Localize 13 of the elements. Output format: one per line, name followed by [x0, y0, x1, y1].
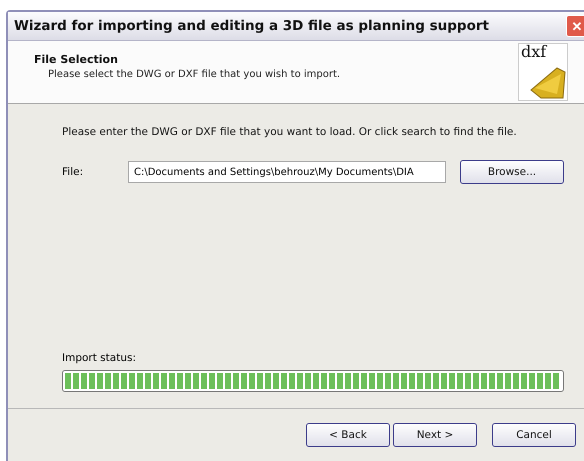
step-subtitle: Please select the DWG or DXF file that you wish to import.: [48, 69, 340, 80]
close-button[interactable]: ✕: [566, 15, 584, 37]
window-title: Wizard for importing and editing a 3D file as planning support: [14, 18, 489, 34]
import-status-label: Import status:: [62, 352, 137, 364]
dxf-logo: dxf: [518, 43, 568, 101]
step-title: File Selection: [34, 53, 119, 66]
next-button[interactable]: Next >: [393, 423, 477, 447]
instruction-text: Please enter the DWG or DXF file that you want to load. Or click search to find the file.: [62, 126, 518, 138]
file-path-field[interactable]: C:\Documents and Settings\behrouz\My Documents\DIA: [128, 161, 446, 183]
browse-button[interactable]: Browse...: [460, 160, 564, 184]
cancel-button[interactable]: Cancel: [492, 423, 576, 447]
back-button[interactable]: < Back: [306, 423, 390, 447]
file-label: File:: [62, 166, 84, 178]
